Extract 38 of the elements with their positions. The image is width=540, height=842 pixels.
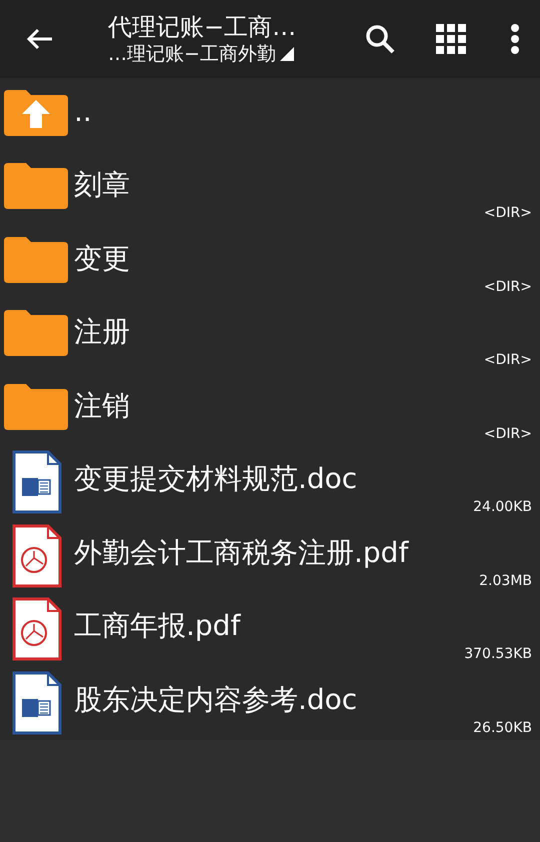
file-row[interactable]: 外勤会计工商税务注册.pdf 2.03MB <box>0 519 540 592</box>
search-icon <box>365 24 395 54</box>
file-row[interactable]: 注销 <DIR> <box>0 372 540 446</box>
back-arrow-icon <box>26 27 54 51</box>
file-name: .. <box>74 95 92 128</box>
file-name: 变更提交材料规范.doc <box>74 461 358 498</box>
folder-icon <box>4 384 68 430</box>
folder-icon <box>4 236 68 283</box>
file-size: 24.00KB <box>473 499 532 515</box>
file-row[interactable]: 工商年报.pdf 370.53KB <box>0 592 540 666</box>
file-size: <DIR> <box>484 205 532 221</box>
file-size: 370.53KB <box>464 646 532 662</box>
file-size: 26.50KB <box>473 720 532 736</box>
file-row[interactable]: 变更 <DIR> <box>0 225 540 298</box>
dropdown-triangle-icon <box>280 47 294 61</box>
file-size: <DIR> <box>484 352 532 368</box>
folder-icon <box>4 163 68 210</box>
path-dropdown[interactable]: …理记账−工商外勤 <box>108 42 348 66</box>
window-title: 代理记账−工商… <box>108 12 298 42</box>
folder-icon <box>4 310 68 356</box>
file-size: <DIR> <box>484 426 532 442</box>
file-row[interactable]: .. <box>0 78 540 152</box>
file-row[interactable]: 注册 <DIR> <box>0 298 540 372</box>
file-name: 刻章 <box>74 167 130 204</box>
file-name: 变更 <box>74 240 130 277</box>
more-menu-icon <box>510 24 520 54</box>
file-row[interactable]: 刻章 <DIR> <box>0 152 540 225</box>
file-row[interactable]: 股东决定内容参考.doc 26.50KB <box>0 666 540 740</box>
file-size: <DIR> <box>484 278 532 294</box>
file-name: 注册 <box>74 314 130 350</box>
file-name: 工商年报.pdf <box>74 608 240 644</box>
file-name: 股东决定内容参考.doc <box>74 682 358 718</box>
folder-up-icon <box>4 90 68 136</box>
grid-icon <box>436 24 466 54</box>
file-row[interactable]: 变更提交材料规范.doc 24.00KB <box>0 446 540 519</box>
file-name: 注销 <box>74 388 130 424</box>
file-name: 外勤会计工商税务注册.pdf <box>74 534 408 571</box>
file-size: 2.03MB <box>479 572 532 588</box>
